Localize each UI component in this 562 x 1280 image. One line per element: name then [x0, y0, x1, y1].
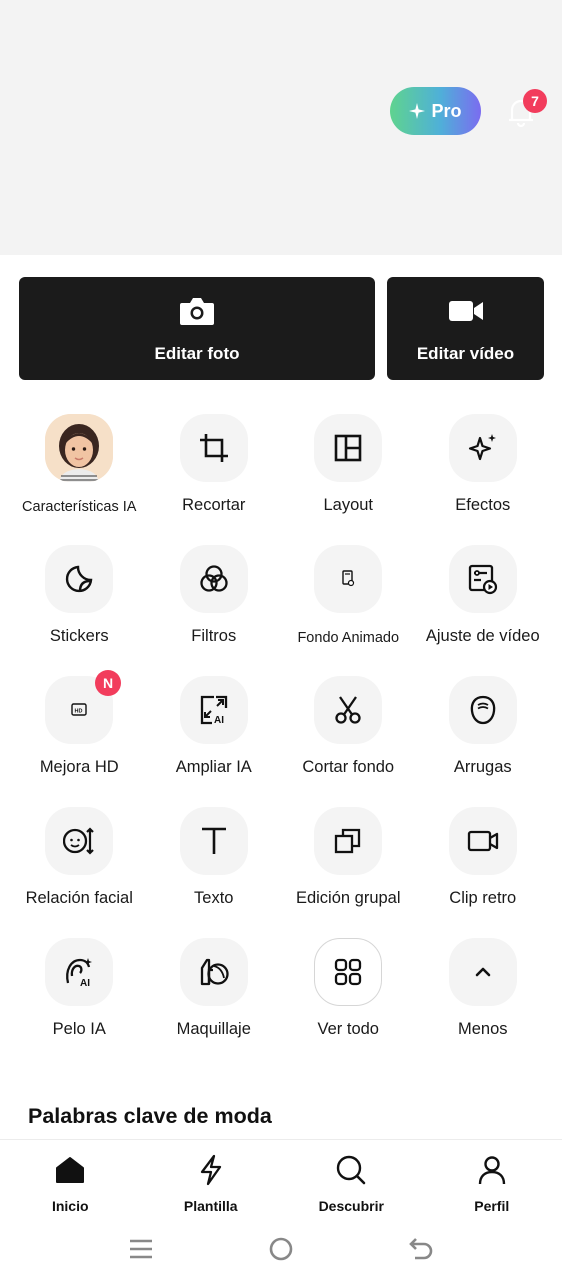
crop-icon: [179, 414, 248, 482]
tool-retro-clip[interactable]: Clip retro: [416, 801, 551, 932]
nav-item-discover[interactable]: Descubrir: [281, 1140, 422, 1221]
tool-label: Fondo Animado: [297, 630, 400, 646]
wrinkles-face-icon: [448, 676, 517, 744]
tool-label: Ampliar IA: [175, 758, 252, 776]
nav-item-profile[interactable]: Perfil: [422, 1140, 562, 1221]
tool-ai-hair[interactable]: AI Pelo IA: [12, 932, 147, 1063]
tool-crop[interactable]: Recortar: [147, 408, 282, 539]
header-area: [0, 0, 562, 255]
tool-filters[interactable]: Filtros: [147, 539, 282, 670]
filters-icon: [179, 545, 248, 613]
tool-hd-enhance[interactable]: HD N Mejora HD: [12, 670, 147, 801]
tool-label: Cortar fondo: [302, 758, 395, 776]
tool-label: Maquillaje: [176, 1020, 251, 1038]
nav-label: Plantilla: [183, 1198, 238, 1214]
tool-label: Pelo IA: [52, 1020, 106, 1038]
tool-label: Menos: [457, 1020, 508, 1038]
sparkles-icon: [448, 414, 517, 482]
tool-see-all[interactable]: Ver todo: [281, 932, 416, 1063]
chevron-up-icon: [448, 938, 517, 1006]
tool-ai-expand[interactable]: AI Ampliar IA: [147, 670, 282, 801]
nav-item-home[interactable]: Inicio: [0, 1140, 141, 1221]
animated-background-icon: [314, 545, 383, 613]
tool-label: Filtros: [191, 627, 237, 645]
system-navigation-bar: [0, 1221, 562, 1280]
tool-batch-edit[interactable]: Edición grupal: [281, 801, 416, 932]
camera-icon: [180, 297, 214, 325]
bottom-nav: Inicio Plantilla Descubrir Perfil: [0, 1139, 562, 1221]
tool-label: Características IA: [22, 499, 137, 515]
back-icon[interactable]: [407, 1235, 435, 1263]
tool-stickers[interactable]: Stickers: [12, 539, 147, 670]
tool-face-ratio[interactable]: Relación facial: [12, 801, 147, 932]
svg-text:HD: HD: [75, 709, 83, 715]
tool-label: Ajuste de vídeo: [425, 627, 540, 645]
tool-animated-background[interactable]: Fondo Animado: [281, 539, 416, 670]
tool-video-adjust[interactable]: Ajuste de vídeo: [416, 539, 551, 670]
tool-label: Efectos: [455, 496, 511, 514]
scissors-icon: [314, 676, 383, 744]
text-icon: [179, 807, 248, 875]
trending-keywords-title: Palabras clave de moda: [28, 1104, 272, 1128]
home-icon: [56, 1157, 85, 1183]
tool-label: Arrugas: [453, 758, 512, 776]
tool-label: Recortar: [182, 496, 246, 514]
sparkle-icon: [409, 103, 426, 119]
notification-count-badge: 7: [523, 89, 547, 113]
layout-icon: [314, 414, 383, 482]
tool-label: Ver todo: [317, 1020, 379, 1038]
ai-expand-icon: AI: [179, 676, 248, 744]
tool-ai-features[interactable]: Características IA: [12, 408, 147, 539]
nav-label: Inicio: [51, 1198, 89, 1214]
tool-effects[interactable]: Efectos: [416, 408, 551, 539]
tool-label: Edición grupal: [295, 889, 401, 907]
tool-makeup[interactable]: Maquillaje: [147, 932, 282, 1063]
pro-label: Pro: [431, 100, 462, 121]
new-badge: N: [95, 670, 121, 696]
ai-features-avatar: [45, 414, 114, 482]
edit-video-label: Editar vídeo: [416, 343, 515, 363]
tool-less[interactable]: Menos: [416, 932, 551, 1063]
face-ratio-icon: [45, 807, 114, 875]
tools-grid: Características IA Recortar Layout Efect…: [12, 408, 550, 1063]
video-adjust-icon: [448, 545, 517, 613]
svg-text:AI: AI: [80, 978, 90, 988]
profile-icon: [478, 1156, 505, 1185]
tool-cut-background[interactable]: Cortar fondo: [281, 670, 416, 801]
pro-button[interactable]: Pro: [390, 87, 481, 135]
video-camera-icon: [448, 300, 483, 321]
recents-icon[interactable]: [127, 1235, 155, 1263]
tool-label: Layout: [323, 496, 374, 514]
tool-label: Mejora HD: [39, 758, 119, 776]
lightning-icon: [200, 1154, 221, 1186]
nav-label: Descubrir: [318, 1198, 384, 1214]
edit-photo-button[interactable]: Editar foto: [19, 277, 375, 380]
ai-hair-icon: AI: [45, 938, 114, 1006]
nav-label: Perfil: [474, 1198, 510, 1214]
home-circle-icon[interactable]: [267, 1235, 295, 1263]
edit-video-button[interactable]: Editar vídeo: [387, 277, 544, 380]
makeup-icon: [179, 938, 248, 1006]
search-icon: [337, 1155, 366, 1185]
sticker-icon: [45, 545, 114, 613]
tool-wrinkles[interactable]: Arrugas: [416, 670, 551, 801]
retro-clip-icon: [448, 807, 517, 875]
nav-item-templates[interactable]: Plantilla: [141, 1140, 282, 1221]
tool-layout[interactable]: Layout: [281, 408, 416, 539]
tool-label: Relación facial: [25, 889, 133, 907]
tool-label: Stickers: [49, 627, 109, 645]
batch-edit-icon: [314, 807, 383, 875]
tool-label: Clip retro: [449, 889, 517, 907]
grid-icon: [314, 938, 383, 1006]
tool-text[interactable]: Texto: [147, 801, 282, 932]
tool-label: Texto: [194, 889, 234, 907]
edit-photo-label: Editar foto: [154, 343, 240, 363]
svg-text:AI: AI: [214, 715, 224, 726]
